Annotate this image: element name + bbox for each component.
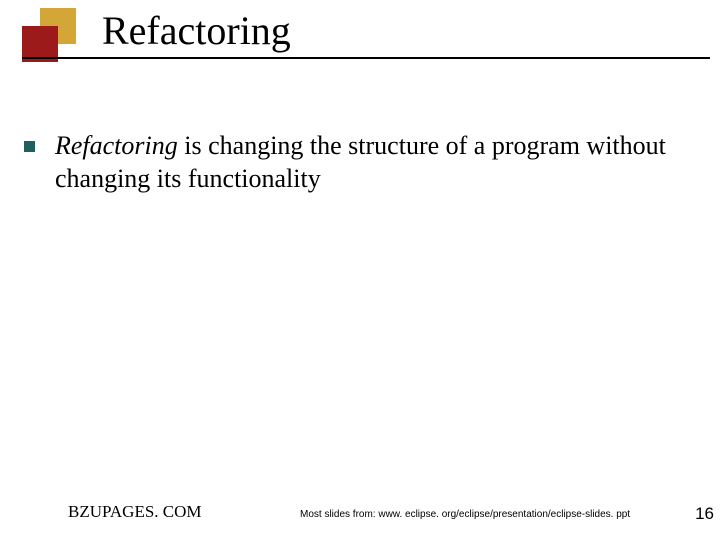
body-content: Refactoring is changing the structure of…	[24, 130, 680, 195]
footer-center: Most slides from: www. eclipse. org/ecli…	[300, 509, 630, 520]
bullet-item: Refactoring is changing the structure of…	[24, 130, 680, 195]
title-underline	[22, 57, 710, 59]
slide-title: Refactoring	[102, 7, 291, 54]
page-number: 16	[695, 504, 714, 524]
footer-left: BZUPAGES. COM	[68, 502, 202, 522]
bullet-italic-word: Refactoring	[55, 131, 178, 160]
bullet-text: Refactoring is changing the structure of…	[55, 130, 680, 195]
bullet-square-icon	[24, 141, 35, 152]
